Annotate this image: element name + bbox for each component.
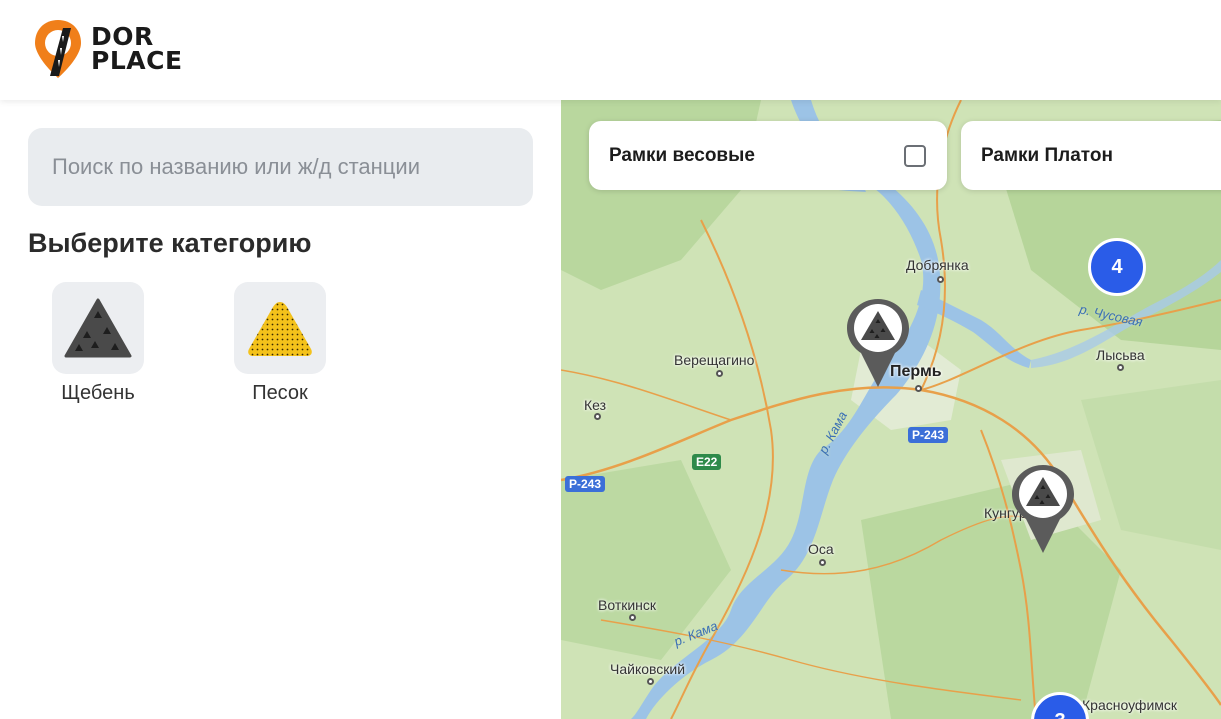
place-dot <box>1117 364 1124 371</box>
header: DOR PLACE <box>0 0 1221 100</box>
map-marker-crushed-stone[interactable] <box>845 297 911 389</box>
place-label: Чайковский <box>610 661 686 677</box>
filter-weight-frames[interactable]: Рамки весовые <box>589 121 947 190</box>
place-dot <box>716 370 723 377</box>
filter-label: Рамки весовые <box>609 144 755 166</box>
map-marker-crushed-stone[interactable] <box>1010 463 1076 555</box>
logo[interactable]: DOR PLACE <box>33 18 183 80</box>
place-label: Красноуфимск <box>1082 697 1178 713</box>
category-crushed-stone[interactable]: Щебень <box>38 282 158 405</box>
place-label: Кез <box>584 397 607 413</box>
crushed-stone-icon <box>64 298 132 358</box>
place-dot <box>915 385 922 392</box>
place-dot <box>819 559 826 566</box>
place-label: Добрянка <box>906 257 969 273</box>
map-background <box>561 100 1221 719</box>
place-dot <box>937 276 944 283</box>
category-sand[interactable]: Песок <box>220 282 340 405</box>
category-tile[interactable] <box>52 282 144 374</box>
place-label: Воткинск <box>598 597 657 613</box>
map-cluster[interactable]: 4 <box>1088 238 1146 296</box>
category-title: Выберите категорию <box>28 228 312 258</box>
sidebar: Выберите категорию Щебень Песок <box>0 100 561 719</box>
search-input[interactable] <box>28 128 533 206</box>
category-tile[interactable] <box>234 282 326 374</box>
place-label: Лысьва <box>1096 347 1145 363</box>
place-dot <box>594 413 601 420</box>
sand-icon <box>248 302 312 356</box>
place-label: Оса <box>808 541 834 557</box>
filter-weight-frames-checkbox[interactable] <box>904 145 926 167</box>
category-label: Щебень <box>61 382 135 404</box>
category-label: Песок <box>252 382 308 404</box>
road-badge: Р-243 <box>908 427 949 443</box>
road-badge: E22 <box>692 454 722 470</box>
map[interactable]: Рамки весовые Рамки Платон Добрянка Вере… <box>561 100 1221 719</box>
place-label: Верещагино <box>674 352 755 368</box>
filter-platon-frames[interactable]: Рамки Платон <box>961 121 1221 190</box>
road-badge: Р-243 <box>565 476 606 492</box>
filter-label: Рамки Платон <box>981 144 1113 166</box>
logo-icon <box>35 20 81 78</box>
place-dot <box>629 614 636 621</box>
logo-text-place: PLACE <box>91 46 183 75</box>
place-dot <box>647 678 654 685</box>
